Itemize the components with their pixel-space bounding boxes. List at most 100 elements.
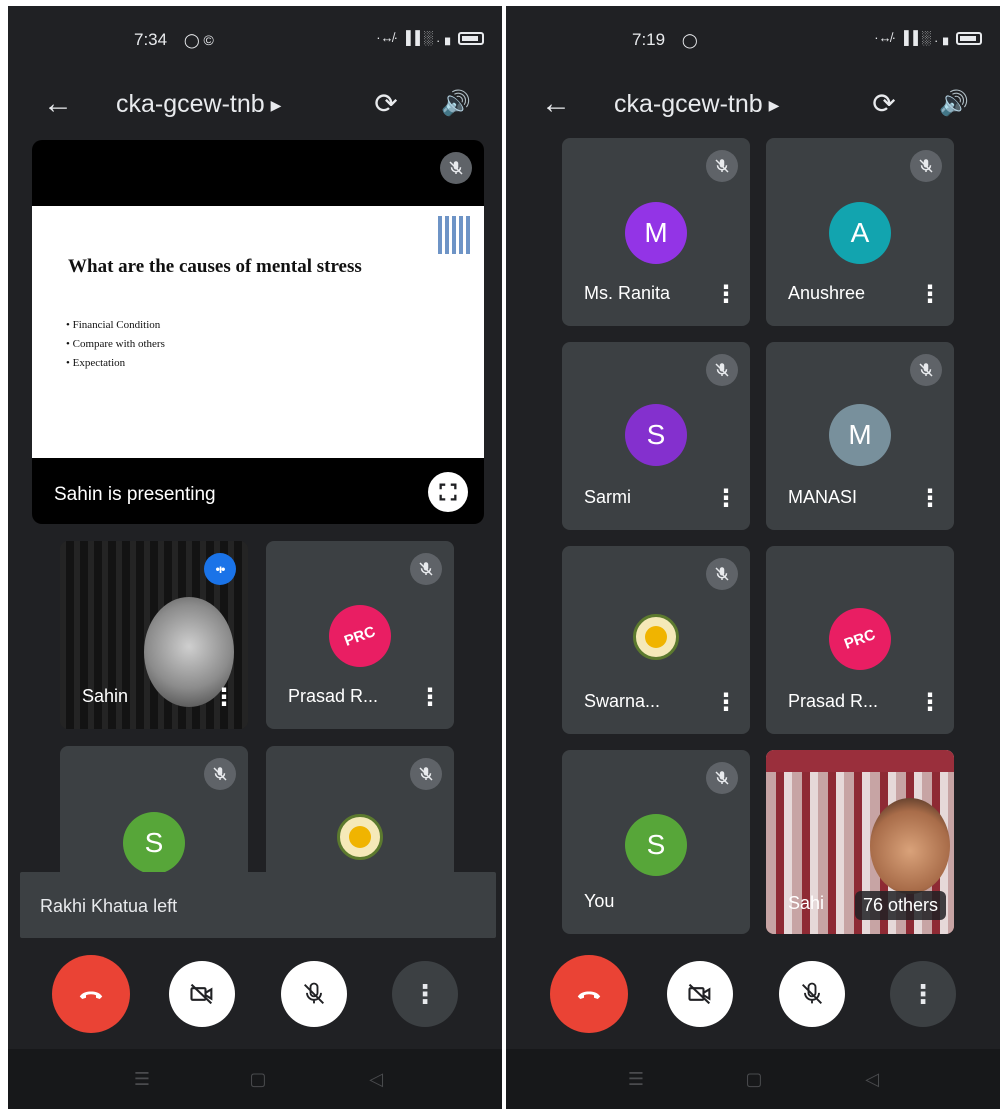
more-vert-icon[interactable]: ⋮ — [714, 690, 738, 716]
participant-name: Anushree — [788, 283, 866, 303]
recents-icon[interactable]: ☰ — [130, 1067, 154, 1091]
mic-toggle-button[interactable] — [779, 961, 845, 1027]
notification-toast: Rakhi Khatua left — [20, 872, 496, 938]
camera-flip-icon[interactable]: ⟳ — [366, 86, 406, 122]
participant-name: You — [584, 891, 615, 911]
participant-name: Prasad R... — [788, 691, 879, 711]
more-vert-icon[interactable]: ⋮ — [714, 486, 738, 512]
recents-icon[interactable]: ☰ — [624, 1067, 648, 1091]
notification-icons: ◯ — [682, 32, 698, 48]
participant-tile[interactable]: S Sarmi ⋮ — [562, 342, 750, 530]
end-call-button[interactable] — [550, 955, 628, 1033]
participant-tile[interactable]: M MANASI ⋮ — [766, 342, 954, 530]
more-vert-icon[interactable]: ⋮ — [918, 282, 942, 308]
mic-off-icon — [706, 150, 738, 182]
participant-name: MANASI — [788, 487, 858, 507]
qr-code-icon — [438, 216, 472, 254]
avatar: S — [625, 404, 687, 466]
participant-name: Sarmi — [584, 487, 632, 507]
college-logo-icon — [337, 814, 383, 860]
back-arrow-icon[interactable]: ← — [536, 86, 576, 122]
avatar: PRC — [829, 608, 891, 670]
slide-bullet: • Expectation — [66, 357, 126, 369]
participant-tile[interactable]: M Ms. Ranita ⋮ — [562, 138, 750, 326]
mic-off-icon — [410, 758, 442, 790]
others-count: 76 others — [854, 891, 946, 920]
more-vert-icon[interactable]: ⋮ — [212, 685, 236, 711]
mic-off-icon — [706, 558, 738, 590]
participant-tile[interactable]: Swarna... ⋮ — [562, 546, 750, 734]
avatar: M — [829, 404, 891, 466]
status-bar: 7:19 ◯ ·↮· ▐▐ ░ .▗ — [506, 6, 1000, 68]
meeting-code: cka-gcew-tnb — [614, 90, 763, 118]
participant-tile-video[interactable]: •ı• Sahin ⋮ — [60, 541, 248, 729]
participant-name: Sahi — [788, 893, 825, 913]
signal-icons: ·↮· ▐▐ ░ .▗ — [376, 30, 450, 45]
participant-video — [870, 798, 950, 894]
meeting-title[interactable]: cka-gcew-tnb ▶ — [116, 90, 281, 119]
avatar-initial: M — [848, 419, 872, 450]
call-controls: ⋮ — [506, 955, 1000, 1038]
logo-emblem — [349, 826, 371, 848]
status-time: 7:34 — [134, 30, 168, 49]
system-nav-bar: ☰ ▢ ◁ — [8, 1049, 502, 1109]
mic-off-icon — [706, 762, 738, 794]
end-call-icon — [577, 991, 601, 999]
camera-toggle-button[interactable] — [667, 961, 733, 1027]
slide-bullet: • Financial Condition — [66, 319, 161, 331]
participant-tile[interactable]: PRC Prasad R... ⋮ — [766, 546, 954, 734]
more-vert-icon: ⋮ — [412, 978, 438, 1009]
status-time: 7:19 — [632, 30, 666, 49]
participant-tile[interactable]: A Anushree ⋮ — [766, 138, 954, 326]
avatar: PRC — [329, 605, 391, 667]
avatar: M — [625, 202, 687, 264]
mic-off-icon — [440, 152, 472, 184]
fullscreen-icon[interactable] — [428, 472, 468, 512]
mic-toggle-button[interactable] — [281, 961, 347, 1027]
participant-name: Ms. Ranita — [584, 283, 671, 303]
participant-name: Prasad R... — [288, 686, 379, 706]
speaker-icon[interactable]: 🔊 — [436, 86, 476, 122]
more-vert-icon[interactable]: ⋮ — [418, 685, 442, 711]
system-nav-bar: ☰ ▢ ◁ — [506, 1049, 1000, 1109]
more-vert-icon[interactable]: ⋮ — [918, 486, 942, 512]
signal-icons: ·↮· ▐▐ ░ .▗ — [874, 30, 948, 45]
others-tile[interactable]: Sahi 76 others — [766, 750, 954, 934]
camera-off-icon — [688, 983, 711, 1005]
status-bar: 7:34 ◯ © ·↮· ▐▐ ░ .▗ — [8, 6, 502, 68]
avatar: S — [123, 812, 185, 874]
more-vert-icon[interactable]: ⋮ — [714, 282, 738, 308]
phone-screen-right: 7:19 ◯ ·↮· ▐▐ ░ .▗ ← cka-gcew-tnb ▶ ⟳ 🔊 M… — [506, 6, 1000, 1109]
meeting-header: ← cka-gcew-tnb ▶ ⟳ 🔊 — [8, 68, 502, 138]
back-arrow-icon[interactable]: ← — [38, 86, 78, 122]
avatar: A — [829, 202, 891, 264]
speaker-icon[interactable]: 🔊 — [934, 86, 974, 122]
more-options-button[interactable]: ⋮ — [890, 961, 956, 1027]
more-vert-icon[interactable]: ⋮ — [918, 690, 942, 716]
back-nav-icon[interactable]: ◁ — [364, 1067, 388, 1091]
avatar-initial: A — [850, 217, 870, 248]
self-tile[interactable]: S You — [562, 750, 750, 934]
battery-icon — [956, 31, 982, 45]
camera-toggle-button[interactable] — [169, 961, 235, 1027]
speaking-indicator-icon: •ı• — [204, 553, 236, 585]
camera-off-icon — [190, 983, 213, 1005]
presentation-tile[interactable]: What are the causes of mental stress • F… — [32, 140, 484, 524]
mic-off-icon — [410, 553, 442, 585]
home-icon[interactable]: ▢ — [246, 1067, 270, 1091]
back-nav-icon[interactable]: ◁ — [860, 1067, 884, 1091]
avatar-initial: S — [646, 829, 666, 860]
mic-off-icon — [802, 982, 822, 1004]
avatar-initial: S — [144, 827, 164, 858]
participant-tile[interactable]: PRC Prasad R... ⋮ — [266, 541, 454, 729]
camera-flip-icon[interactable]: ⟳ — [864, 86, 904, 122]
end-call-button[interactable] — [52, 955, 130, 1033]
meeting-title[interactable]: cka-gcew-tnb ▶ — [614, 90, 779, 119]
more-vert-icon: ⋮ — [910, 978, 936, 1009]
more-options-button[interactable]: ⋮ — [392, 961, 458, 1027]
meeting-header: ← cka-gcew-tnb ▶ ⟳ 🔊 — [506, 68, 1000, 138]
home-icon[interactable]: ▢ — [742, 1067, 766, 1091]
avatar-initials: PRC — [342, 622, 378, 650]
mic-off-icon — [204, 758, 236, 790]
mic-off-icon — [910, 354, 942, 386]
